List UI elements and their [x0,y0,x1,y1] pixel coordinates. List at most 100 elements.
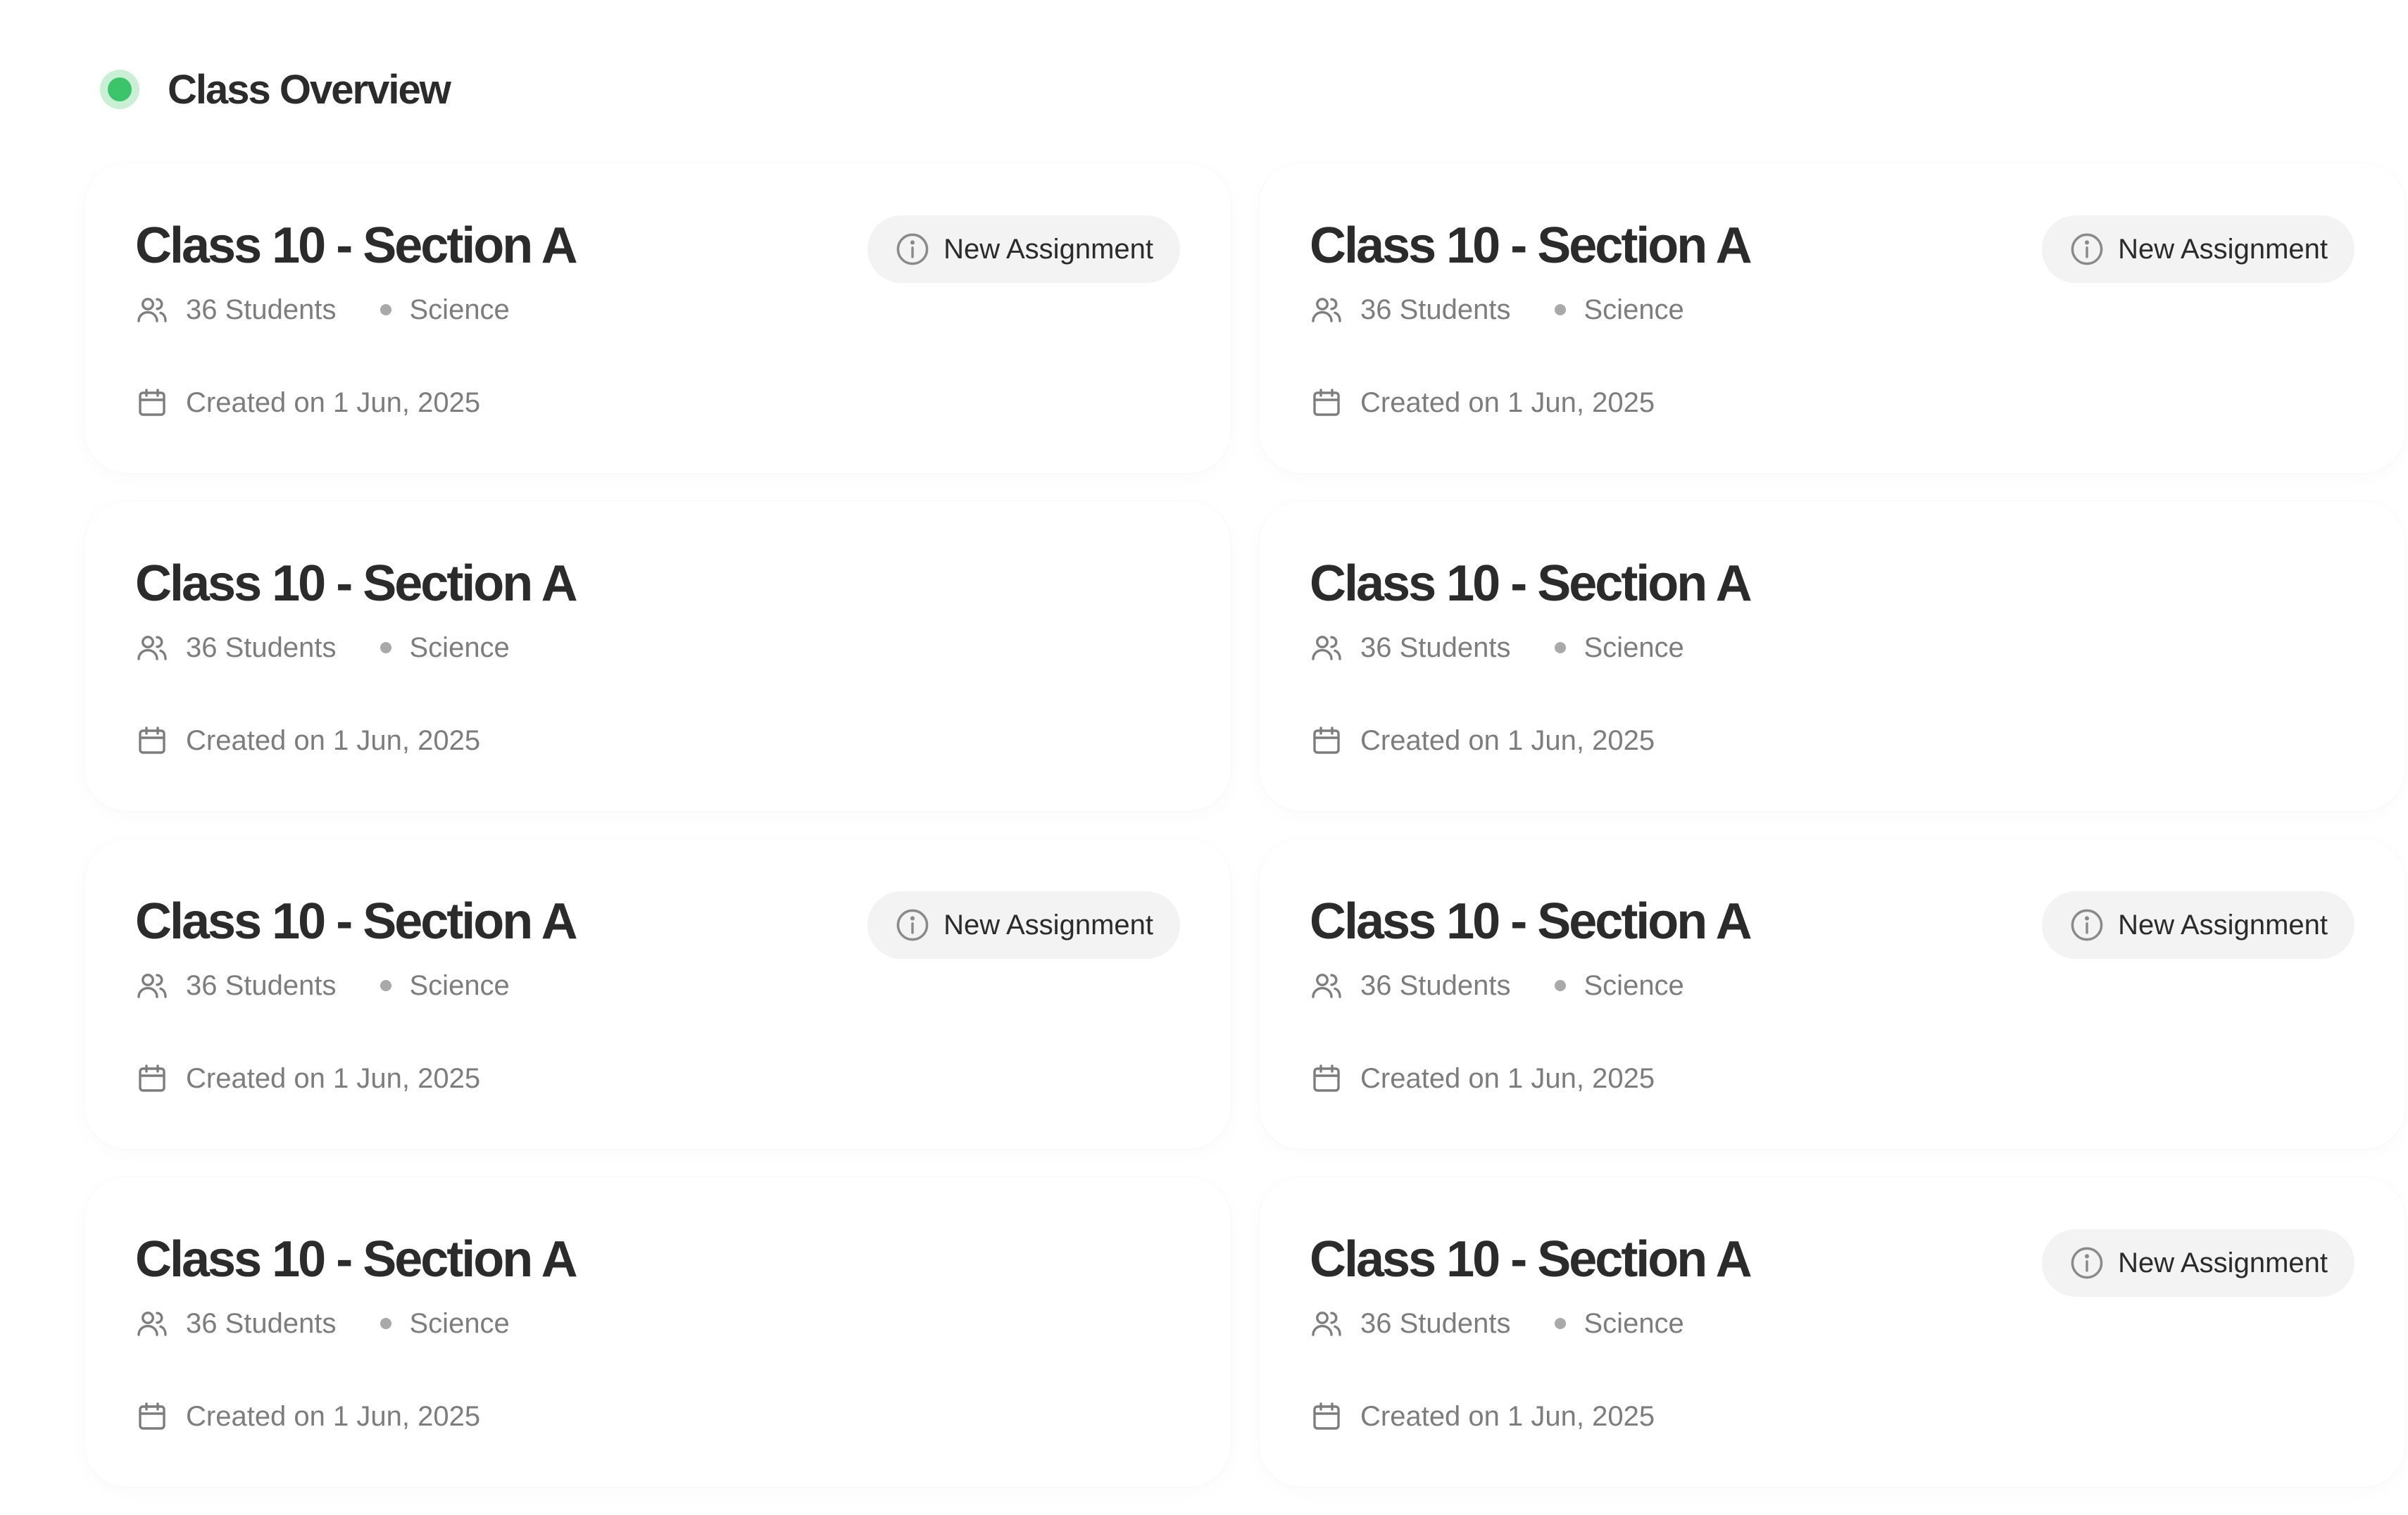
created-date-text: Created on 1 Jun, 2025 [186,386,481,418]
new-assignment-badge[interactable]: New Assignment [867,891,1180,959]
users-icon [135,293,169,327]
class-title: Class 10 - Section A [135,1231,578,1288]
separator-dot [1554,1318,1566,1329]
subject-label: Science [409,294,510,325]
info-icon [2069,907,2105,943]
subject-label: Science [1584,294,1684,325]
new-assignment-label: New Assignment [2118,1247,2328,1278]
class-card[interactable]: Class 10 - Section A 36 Students Science Cr… [84,839,1231,1149]
class-title: Class 10 - Section A [135,893,578,950]
separator-dot [1554,642,1566,653]
created-date: Created on 1 Jun, 2025 [135,724,480,758]
class-title: Class 10 - Section A [135,218,578,274]
created-date: Created on 1 Jun, 2025 [1310,386,1655,420]
class-meta: 36 Students Science [135,969,510,1002]
class-meta: 36 Students Science [135,1307,510,1340]
info-icon [2069,1245,2105,1281]
created-date-text: Created on 1 Jun, 2025 [186,1400,481,1432]
calendar-icon [135,1062,169,1095]
page-header: Class Overview [100,63,451,115]
class-meta: 36 Students Science [1310,1307,1684,1340]
calendar-icon [135,1400,169,1433]
class-card[interactable]: Class 10 - Section A 36 Students Science Cr… [1259,1177,2405,1487]
student-count: 36 Students [1360,631,1511,663]
class-title: Class 10 - Section A [1310,1231,1752,1288]
separator-dot [380,1318,391,1329]
class-card-grid: Class 10 - Section A 36 Students Science Cr… [84,163,2408,1515]
class-title: Class 10 - Section A [1310,218,1752,274]
users-icon [1310,631,1343,665]
calendar-icon [1310,724,1343,758]
subject-label: Science [409,1307,510,1339]
subject-label: Science [1584,1307,1684,1339]
subject-label: Science [1584,631,1684,663]
created-date-text: Created on 1 Jun, 2025 [186,1062,481,1094]
student-count: 36 Students [186,969,337,1001]
subject-label: Science [409,631,510,663]
student-count: 36 Students [186,294,337,325]
class-card[interactable]: Class 10 - Section A 36 Students Science Cr… [1259,163,2405,473]
info-icon [2069,231,2105,268]
users-icon [1310,293,1343,327]
users-icon [1310,1307,1343,1340]
calendar-icon [135,386,169,420]
separator-dot [1554,304,1566,315]
calendar-icon [1310,386,1343,420]
student-count: 36 Students [186,1307,337,1339]
new-assignment-badge[interactable]: New Assignment [2042,891,2354,959]
page-title: Class Overview [168,66,451,113]
calendar-icon [1310,1400,1343,1433]
class-title: Class 10 - Section A [1310,555,1752,612]
student-count: 36 Students [1360,1307,1511,1339]
calendar-icon [135,724,169,758]
created-date-text: Created on 1 Jun, 2025 [1360,1062,1655,1094]
status-dot-icon [100,70,139,109]
new-assignment-badge[interactable]: New Assignment [2042,215,2354,283]
class-overview-page: Class Overview Class 10 - Section A 36 St… [0,0,2408,1491]
class-card[interactable]: Class 10 - Section A 36 Students Science Cr… [1259,839,2405,1149]
separator-dot [380,304,391,315]
new-assignment-badge[interactable]: New Assignment [867,215,1180,283]
new-assignment-label: New Assignment [943,233,1153,265]
class-title: Class 10 - Section A [135,555,578,612]
created-date-text: Created on 1 Jun, 2025 [186,724,481,756]
class-meta: 36 Students Science [135,631,510,665]
users-icon [135,1307,169,1340]
class-meta: 36 Students Science [1310,631,1684,665]
class-card[interactable]: Class 10 - Section A 36 Students Science Cr… [1259,501,2405,811]
class-meta: 36 Students Science [1310,293,1684,327]
new-assignment-label: New Assignment [2118,909,2328,941]
separator-dot [380,642,391,653]
class-title: Class 10 - Section A [1310,893,1752,950]
separator-dot [380,980,391,991]
created-date: Created on 1 Jun, 2025 [135,1062,480,1095]
created-date: Created on 1 Jun, 2025 [1310,1400,1655,1433]
created-date: Created on 1 Jun, 2025 [135,386,480,420]
class-card[interactable]: Class 10 - Section A 36 Students Science Cr… [84,1177,1231,1487]
created-date-text: Created on 1 Jun, 2025 [1360,1400,1655,1432]
class-meta: 36 Students Science [135,293,510,327]
new-assignment-label: New Assignment [943,909,1153,941]
created-date-text: Created on 1 Jun, 2025 [1360,386,1655,418]
subject-label: Science [1584,969,1684,1001]
separator-dot [1554,980,1566,991]
users-icon [135,969,169,1002]
student-count: 36 Students [1360,294,1511,325]
class-meta: 36 Students Science [1310,969,1684,1002]
created-date: Created on 1 Jun, 2025 [135,1400,480,1433]
info-icon [894,231,931,268]
student-count: 36 Students [1360,969,1511,1001]
users-icon [135,631,169,665]
class-card[interactable]: Class 10 - Section A 36 Students Science Cr… [84,163,1231,473]
calendar-icon [1310,1062,1343,1095]
created-date: Created on 1 Jun, 2025 [1310,1062,1655,1095]
subject-label: Science [409,969,510,1001]
users-icon [1310,969,1343,1002]
info-icon [894,907,931,943]
created-date-text: Created on 1 Jun, 2025 [1360,724,1655,756]
created-date: Created on 1 Jun, 2025 [1310,724,1655,758]
new-assignment-label: New Assignment [2118,233,2328,265]
student-count: 36 Students [186,631,337,663]
class-card[interactable]: Class 10 - Section A 36 Students Science Cr… [84,501,1231,811]
new-assignment-badge[interactable]: New Assignment [2042,1229,2354,1297]
